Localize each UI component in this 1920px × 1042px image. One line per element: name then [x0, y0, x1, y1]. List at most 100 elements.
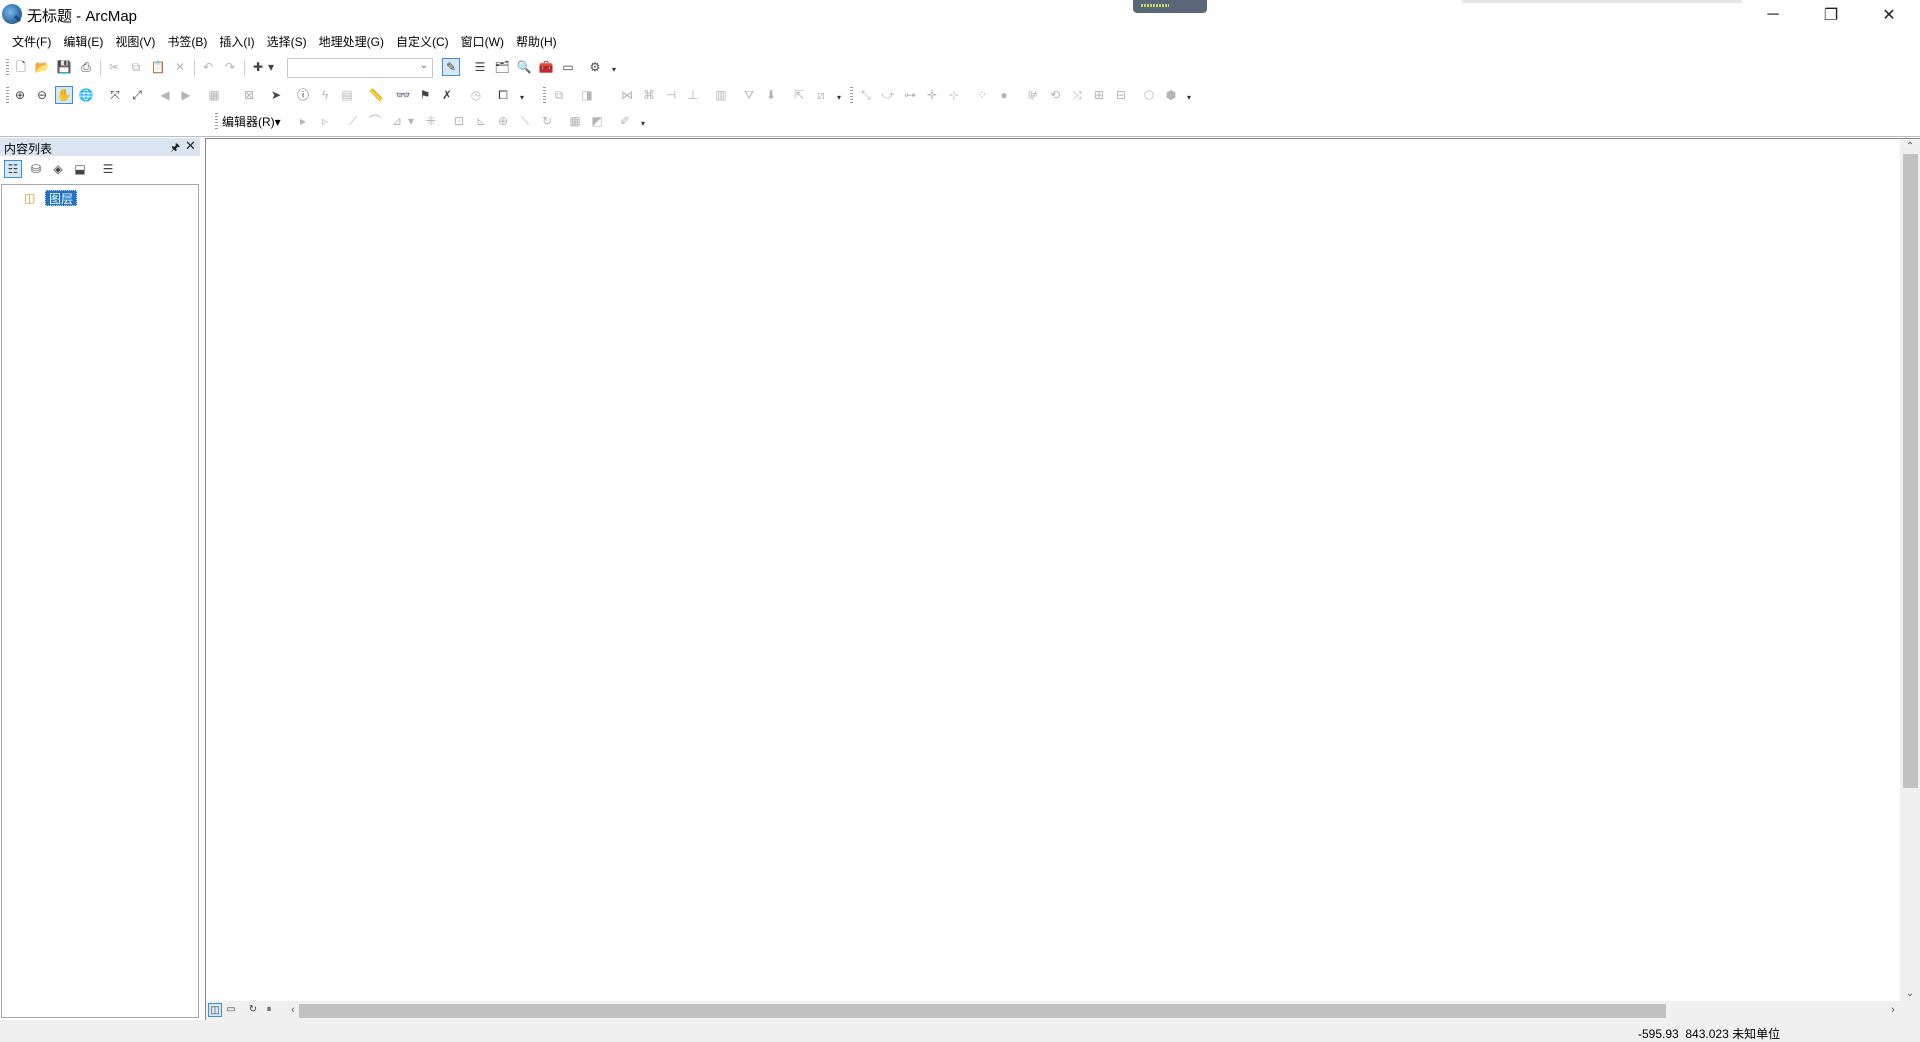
menu-bookmarks[interactable]: 书签(B) — [161, 32, 213, 52]
align-edge-icon[interactable]: ⊣ — [662, 86, 680, 104]
select-elements-arrow-icon[interactable]: ➤ — [267, 86, 285, 104]
sketch-properties-icon[interactable]: ◩ — [588, 112, 606, 130]
straight-segment-icon[interactable]: ⟋ — [344, 112, 362, 130]
search-window-icon[interactable]: 🔍 — [515, 58, 533, 76]
zoom-in-icon[interactable]: ⊕ — [11, 86, 29, 104]
reshape-icon[interactable]: ⌘ — [640, 86, 658, 104]
add-data-dropdown-icon[interactable]: ▾ — [266, 58, 276, 76]
toolbar-options-icon[interactable]: ▾ — [1185, 92, 1193, 104]
copy-icon[interactable]: ⧉ — [127, 58, 145, 76]
refresh-icon[interactable]: ↻ — [246, 1003, 260, 1017]
add-data-icon[interactable]: ✚ — [249, 58, 267, 76]
list-by-drawing-order-icon[interactable]: ☷ — [4, 160, 22, 178]
georef-layer-icon[interactable]: ⬡ — [1140, 86, 1158, 104]
edit-tool-icon[interactable]: ▸ — [294, 112, 312, 130]
select-features-icon[interactable]: ▦ — [205, 86, 223, 104]
list-by-visibility-icon[interactable]: ◈ — [49, 160, 67, 178]
map-canvas[interactable] — [206, 139, 1900, 1001]
construction-dropdown-icon[interactable]: ▾ — [406, 112, 416, 130]
data-frame-node[interactable]: ◫ 图层 — [24, 189, 78, 207]
multi-displacement-icon[interactable]: ⊶ — [901, 86, 919, 104]
end-point-arc-icon[interactable]: ⌒ — [366, 112, 384, 130]
toolbar-grip[interactable] — [6, 87, 9, 105]
go-to-xy-icon[interactable]: ✗ — [438, 86, 456, 104]
rotate-tool-icon[interactable]: ↻ — [538, 112, 556, 130]
undo-icon[interactable]: ↶ — [199, 58, 217, 76]
minimize-button[interactable]: ─ — [1744, 0, 1802, 30]
time-slider-icon[interactable]: ◷ — [467, 86, 485, 104]
menu-windows[interactable]: 窗口(W) — [455, 32, 510, 52]
scroll-left-arrow-icon[interactable]: ‹ — [286, 1003, 300, 1018]
fixed-zoom-in-icon[interactable]: ⤧ — [106, 86, 124, 104]
measure-icon[interactable]: 📏 — [367, 86, 385, 104]
modify-link-icon[interactable]: ⤻ — [879, 86, 897, 104]
chevron-down-icon[interactable]: ⌄ — [420, 60, 428, 71]
full-extent-globe-icon[interactable]: 🌐 — [77, 86, 95, 104]
generalize-icon[interactable]: ⊥ — [684, 86, 702, 104]
python-window-icon[interactable]: ▭ — [559, 58, 577, 76]
topology-icon[interactable]: ⧉ — [550, 86, 568, 104]
horizontal-scroll-thumb[interactable] — [299, 1004, 1666, 1018]
edit-annotation-icon[interactable]: ▹ — [316, 112, 334, 130]
georef-shift-icon[interactable]: ⤨ — [1068, 86, 1086, 104]
editor-menu-button[interactable]: 编辑器(R)▾ — [222, 112, 281, 132]
clear-selection-icon[interactable]: ⊠ — [240, 86, 258, 104]
edit-vertices-icon[interactable]: ⋈ — [618, 86, 636, 104]
pin-icon[interactable]: 🖈 — [170, 139, 180, 158]
error-inspector-icon[interactable]: ⬇ — [762, 86, 780, 104]
find-binoculars-icon[interactable]: 👓 — [394, 86, 412, 104]
toolbar-grip[interactable] — [6, 59, 9, 77]
new-identity-link-icon[interactable]: ✛ — [923, 86, 941, 104]
validate-topology-icon[interactable]: ▥ — [712, 86, 730, 104]
georef-rotate-icon[interactable]: ⟲ — [1046, 86, 1064, 104]
vertical-scrollbar[interactable]: ⌃ ⌄ — [1900, 139, 1920, 1001]
pan-hand-icon[interactable]: ✋ — [55, 86, 73, 104]
attributes-icon[interactable]: ▦ — [566, 112, 584, 130]
save-icon[interactable]: 💾 — [55, 58, 73, 76]
modelbuilder-icon[interactable]: ⚙ — [586, 58, 604, 76]
identify-icon[interactable]: ⓘ — [294, 86, 312, 104]
scroll-down-arrow-icon[interactable]: ⌄ — [1900, 986, 1920, 1001]
editor-toolbar-icon[interactable]: ✎ — [442, 58, 460, 76]
find-route-icon[interactable]: ⚑ — [416, 86, 434, 104]
menu-selection[interactable]: 选择(S) — [261, 32, 313, 52]
create-features-icon[interactable]: ✐ — [616, 112, 634, 130]
fix-errors-icon[interactable]: ⛛ — [740, 86, 758, 104]
back-arrow-icon[interactable]: ◀ — [156, 86, 174, 104]
new-document-icon[interactable]: 🗋 — [12, 58, 30, 76]
toolbar-options-icon[interactable]: ▾ — [639, 118, 647, 130]
toolbar-grip[interactable] — [543, 87, 546, 105]
scroll-right-arrow-icon[interactable]: › — [1886, 1003, 1900, 1018]
layout-view-icon[interactable]: ▭ — [224, 1003, 238, 1017]
arctoolbox-icon[interactable]: 🧰 — [537, 58, 555, 76]
vertical-scroll-thumb[interactable] — [1903, 154, 1918, 788]
menu-help[interactable]: 帮助(H) — [510, 32, 563, 52]
map-scale-combo[interactable]: ⌄ — [287, 58, 433, 78]
toolbar-options-icon[interactable]: ▾ — [835, 92, 843, 104]
toc-options-icon[interactable]: ☰ — [99, 160, 117, 178]
list-by-source-icon[interactable]: ⛁ — [27, 160, 45, 178]
cut-polygons-icon[interactable]: ⊕ — [494, 112, 512, 130]
fixed-zoom-out-icon[interactable]: ⤢ — [128, 86, 146, 104]
redo-icon[interactable]: ↷ — [221, 58, 239, 76]
edit-vertices-tool-icon[interactable]: ⊡ — [450, 112, 468, 130]
split-tool-icon[interactable]: ⟍ — [516, 112, 534, 130]
menu-insert[interactable]: 插入(I) — [213, 32, 260, 52]
data-frame-label[interactable]: 图层 — [45, 190, 78, 206]
spatial-adjust-icon[interactable]: ⇱ — [790, 86, 808, 104]
construction-tools-icon[interactable]: ⊿ — [388, 112, 406, 130]
print-icon[interactable]: ⎙ — [77, 58, 95, 76]
trace-icon[interactable]: ⁜ — [422, 112, 440, 130]
toolbar-grip[interactable] — [215, 113, 218, 131]
close-button[interactable]: ✕ — [1860, 0, 1918, 30]
reshape-feature-icon[interactable]: ⊾ — [472, 112, 490, 130]
georef-add-points-icon[interactable]: ⊯ — [1024, 86, 1042, 104]
restore-button[interactable]: ❐ — [1802, 0, 1860, 30]
paste-icon[interactable]: 📋 — [149, 58, 167, 76]
cut-icon[interactable]: ✂ — [105, 58, 123, 76]
data-view-icon[interactable]: ◫ — [208, 1003, 222, 1017]
list-by-selection-icon[interactable]: ⬓ — [71, 160, 89, 178]
georef-scale-icon[interactable]: ⊞ — [1090, 86, 1108, 104]
menu-edit[interactable]: 编辑(E) — [57, 32, 109, 52]
hyperlink-icon[interactable]: ϟ — [316, 86, 334, 104]
